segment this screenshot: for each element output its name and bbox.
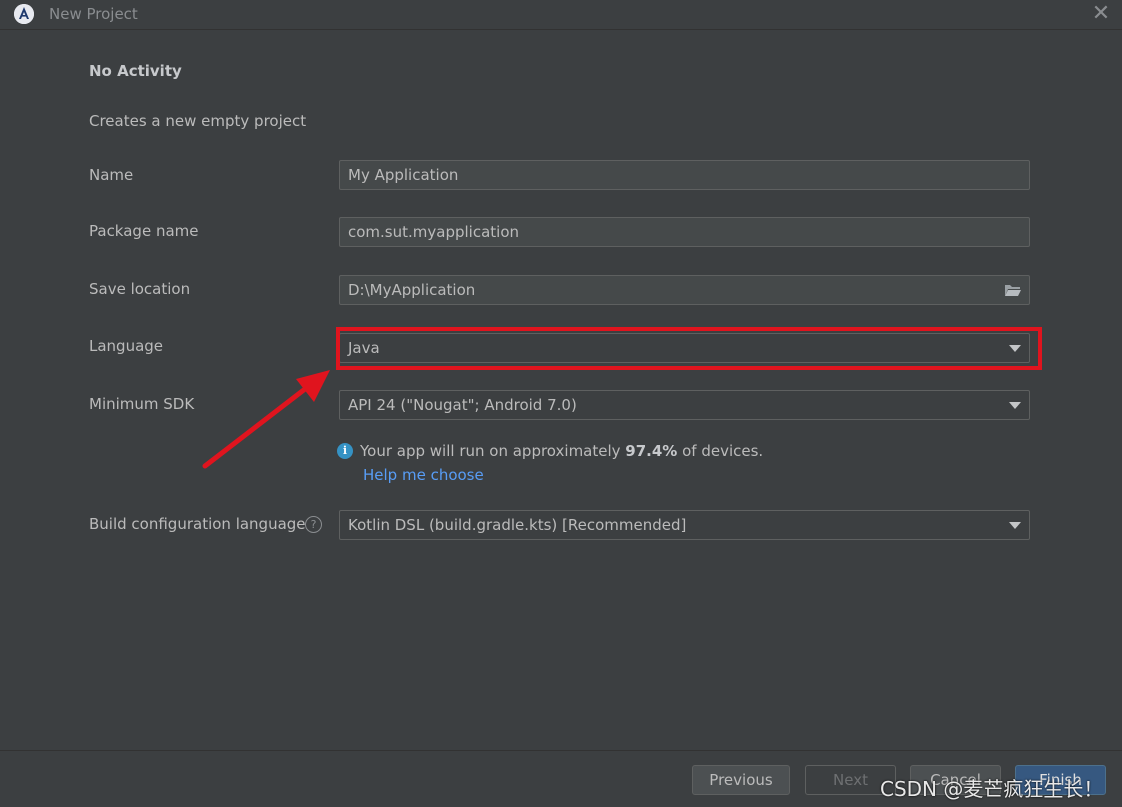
previous-button[interactable]: Previous [692, 765, 790, 795]
annotation-arrow [202, 370, 330, 469]
watermark: CSDN @麦芒疯狂生长！ [880, 777, 1104, 801]
